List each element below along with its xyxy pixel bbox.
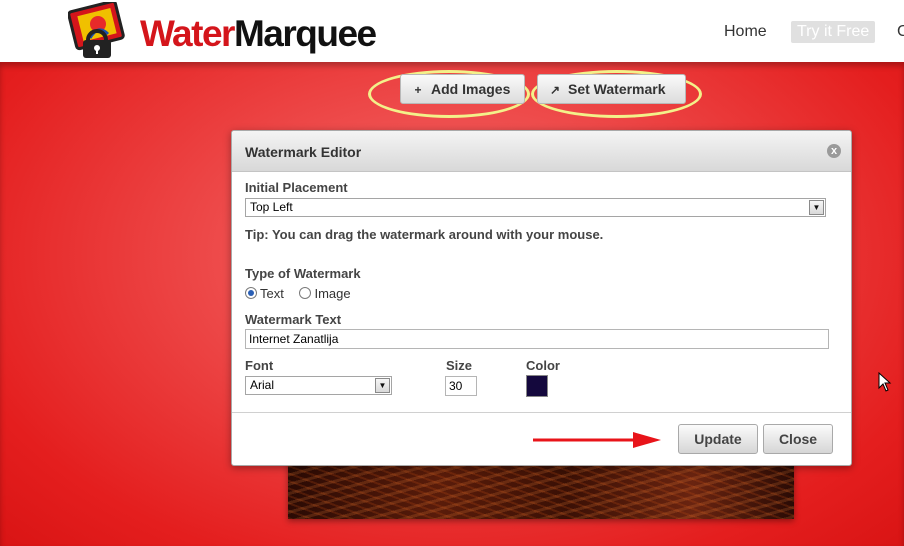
annotation-arrow-icon xyxy=(533,432,661,448)
radio-button-selected[interactable] xyxy=(245,287,257,299)
placement-label: Initial Placement xyxy=(245,180,348,195)
close-button[interactable]: Close xyxy=(763,424,833,454)
radio-option-text[interactable]: Text xyxy=(245,286,284,301)
chevron-down-icon: ▼ xyxy=(375,378,390,393)
add-images-label: Add Images xyxy=(431,81,511,97)
dialog-title: Watermark Editor xyxy=(245,144,362,160)
font-label: Font xyxy=(245,358,274,373)
plus-icon: + xyxy=(414,83,422,97)
logo-brand-text: Water xyxy=(140,13,235,54)
drag-tip-text: Tip: You can drag the watermark around w… xyxy=(245,227,604,242)
font-select[interactable]: Arial ▼ xyxy=(245,376,392,395)
mouse-cursor-icon xyxy=(878,372,892,392)
close-icon[interactable]: x xyxy=(827,144,841,158)
watermark-text-input[interactable]: Internet Zanatlija xyxy=(245,329,829,349)
nav-try-free-link[interactable]: Try it Free xyxy=(791,21,876,43)
nav-truncated-link[interactable]: C xyxy=(897,23,904,41)
logo-lock-icon xyxy=(68,2,125,58)
link-icon: ↗ xyxy=(549,83,561,97)
radio-option-image[interactable]: Image xyxy=(299,286,351,301)
radio-button[interactable] xyxy=(299,287,312,299)
set-watermark-label: Set Watermark xyxy=(568,81,666,97)
watermark-type-radio-group: Text Image xyxy=(245,286,351,301)
radio-option-text-label: Text xyxy=(260,286,284,301)
size-label: Size xyxy=(446,358,473,373)
placement-select[interactable]: Top Left ▼ xyxy=(245,198,826,217)
logo-rest-text: Marquee xyxy=(233,13,377,54)
site-header: WaterMarquee Home Try it Free C xyxy=(0,0,904,62)
color-picker-swatch[interactable] xyxy=(526,375,548,397)
radio-option-image-label: Image xyxy=(314,286,351,301)
size-input[interactable]: 30 xyxy=(445,376,477,396)
set-watermark-button[interactable]: ↗ Set Watermark xyxy=(537,74,686,104)
nav-home-link[interactable]: Home xyxy=(724,23,767,41)
dialog-header: Watermark Editor x xyxy=(232,131,851,172)
placement-select-value: Top Left xyxy=(250,200,293,214)
dialog-divider xyxy=(232,412,851,413)
watermark-text-label: Watermark Text xyxy=(245,312,342,327)
update-button[interactable]: Update xyxy=(678,424,758,454)
chevron-down-icon: ▼ xyxy=(809,200,824,215)
watermark-editor-dialog: Watermark Editor x Initial Placement Top… xyxy=(231,130,852,466)
color-label: Color xyxy=(526,358,560,373)
add-images-button[interactable]: + Add Images xyxy=(400,74,525,104)
watermark-type-label: Type of Watermark xyxy=(245,266,361,281)
logo-wordmark[interactable]: WaterMarquee xyxy=(140,13,377,55)
font-select-value: Arial xyxy=(250,378,275,392)
